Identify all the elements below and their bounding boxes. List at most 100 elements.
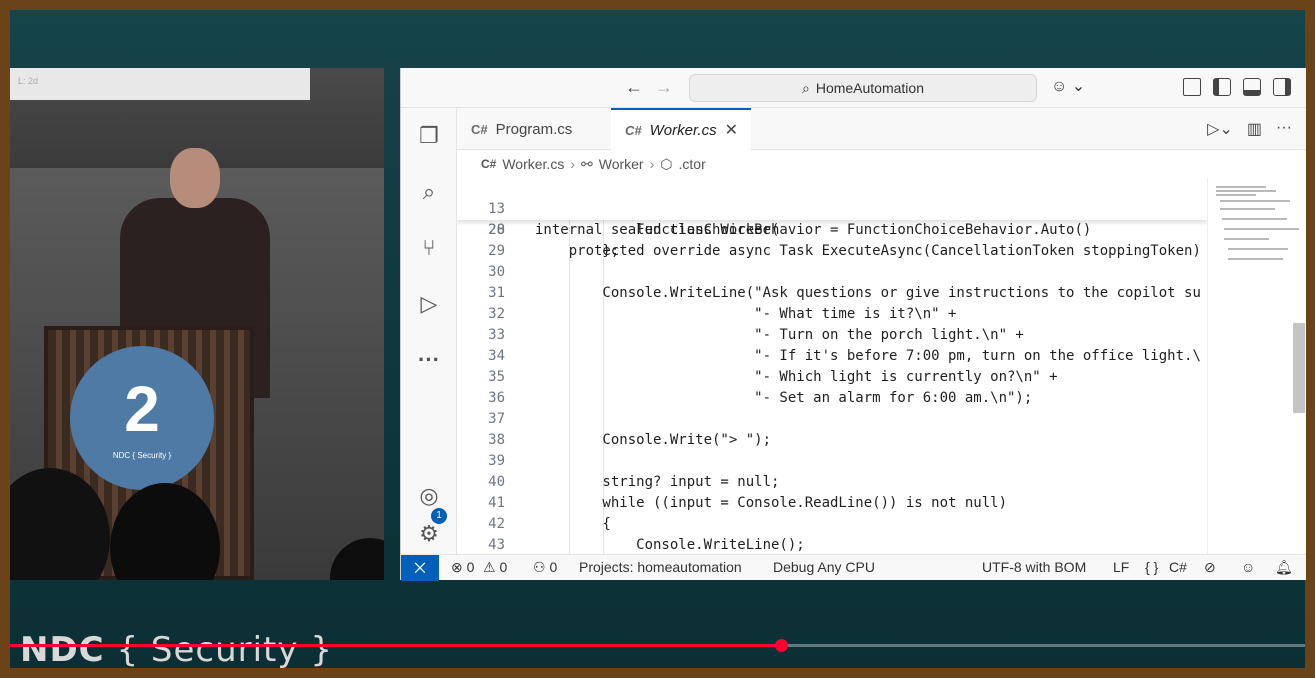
csharp-file-icon: C# xyxy=(625,122,642,138)
source-control-icon[interactable]: ⑂ xyxy=(415,234,443,262)
arrow-left-icon[interactable]: ← xyxy=(625,77,643,98)
code-line[interactable]: 37 xyxy=(457,409,1207,430)
room-label: NDC { Security } xyxy=(112,450,172,460)
code-line[interactable]: 41 while ((input = Console.ReadLine()) i… xyxy=(457,493,1207,514)
files-icon[interactable]: ❐ xyxy=(415,122,443,150)
minimap[interactable] xyxy=(1207,178,1306,554)
activity-bar: ❐ ⌕ ⑂ ▷ ··· ◎ 1 ⚙ xyxy=(401,108,457,554)
arrow-right-icon[interactable]: → xyxy=(655,77,673,98)
code-text: string? input = null; xyxy=(535,474,780,490)
breadcrumb-member[interactable]: .ctor xyxy=(679,156,706,172)
minimap-line xyxy=(1216,186,1266,188)
bell-icon[interactable]: 🔔︎ xyxy=(1275,559,1293,576)
ports-count: 0 xyxy=(549,559,558,575)
code-text: internal sealed class Worker( xyxy=(535,222,780,238)
feedback-icon[interactable]: ☺ xyxy=(1241,559,1255,575)
code-text: Console.WriteLine(); xyxy=(535,537,805,553)
run-icon[interactable]: ▷⌄ xyxy=(1207,119,1233,139)
code-line[interactable]: 32 "- What time is it?\n" + xyxy=(457,304,1207,325)
line-number: 41 xyxy=(488,495,505,511)
command-center[interactable]: ⌕ HomeAutomation xyxy=(689,74,1037,102)
account-icon[interactable]: ◎ xyxy=(415,482,443,510)
search-icon[interactable]: ⌕ xyxy=(415,178,443,206)
code-text: { xyxy=(535,516,611,532)
copilot-status-icon[interactable]: ⊘ xyxy=(1204,559,1216,576)
breadcrumb-class[interactable]: Worker xyxy=(599,156,644,172)
more-actions-icon[interactable]: ··· xyxy=(1276,119,1292,139)
video-progress-bar[interactable] xyxy=(10,639,1305,652)
breadcrumb-file[interactable]: Worker.cs xyxy=(502,156,564,172)
eol-status[interactable]: LF xyxy=(1113,559,1129,575)
minimap-line xyxy=(1216,190,1276,192)
toggle-sidebar-icon[interactable] xyxy=(1213,78,1231,96)
ports-status[interactable]: ⚇ 0 xyxy=(533,559,557,576)
minimap-line xyxy=(1220,200,1290,202)
split-editor-icon[interactable]: ▥ xyxy=(1247,119,1262,139)
projector-screen: L: 2d xyxy=(10,68,310,100)
code-text: while ((input = Console.ReadLine()) is n… xyxy=(535,495,1008,511)
line-number: 43 xyxy=(488,537,505,553)
errors-count[interactable]: ⊗ 0 xyxy=(451,559,474,576)
code-line[interactable]: 30 xyxy=(457,262,1207,283)
code-editor[interactable]: 13 internal sealed class Worker( 20 prot… xyxy=(457,178,1207,554)
tab-label: Program.cs xyxy=(495,120,573,138)
code-text: protected override async Task ExecuteAsy… xyxy=(535,243,1201,259)
line-number: 36 xyxy=(488,390,505,406)
tab-worker-cs[interactable]: C# Worker.cs ✕ xyxy=(611,108,751,150)
code-text: "- Turn on the porch light.\n" + xyxy=(535,327,1024,343)
csharp-file-icon: C# xyxy=(481,157,497,171)
code-line[interactable]: 39 xyxy=(457,451,1207,472)
logo-rest: { Security } xyxy=(104,630,333,670)
chevron-right-icon: › xyxy=(570,156,575,172)
encoding-status[interactable]: UTF-8 with BOM xyxy=(982,559,1086,575)
code-line[interactable]: 36 "- Set an alarm for 6:00 am.\n"); xyxy=(457,388,1207,409)
code-line[interactable]: 31 Console.WriteLine("Ask questions or g… xyxy=(457,283,1207,304)
tab-label: Worker.cs xyxy=(649,121,717,139)
vertical-scrollbar[interactable] xyxy=(1293,323,1305,413)
toggle-secondary-sidebar-icon[interactable] xyxy=(1273,78,1291,96)
status-bar: ⨉ ⊗ 0 ⚠ 0 ⚇ 0 Projects: homeautomation D… xyxy=(401,554,1306,581)
code-line[interactable]: 38 Console.Write("> "); xyxy=(457,430,1207,451)
sticky-line[interactable]: 20 protected override async Task Execute… xyxy=(457,199,1207,259)
line-number: 31 xyxy=(488,285,505,301)
close-icon[interactable]: ✕ xyxy=(725,120,738,140)
gear-icon[interactable]: ⚙ xyxy=(415,520,443,548)
line-number: 42 xyxy=(488,516,505,532)
run-debug-icon[interactable]: ▷ xyxy=(415,290,443,318)
warnings-count[interactable]: ⚠ 0 xyxy=(483,559,507,576)
code-line[interactable]: 42 { xyxy=(457,514,1207,535)
sticky-scroll[interactable]: 13 internal sealed class Worker( 20 prot… xyxy=(457,178,1207,259)
code-line[interactable]: 40 string? input = null; xyxy=(457,472,1207,493)
code-line[interactable]: 34 "- If it's before 7:00 pm, turn on th… xyxy=(457,346,1207,367)
code-line[interactable]: 33 "- Turn on the porch light.\n" + xyxy=(457,325,1207,346)
csharp-file-icon: C# xyxy=(471,121,488,137)
line-number: 40 xyxy=(488,474,505,490)
minimap-line xyxy=(1224,228,1299,230)
minimap-line xyxy=(1222,218,1287,220)
build-config[interactable]: Debug Any CPU xyxy=(773,559,875,575)
copilot-icon[interactable]: ☺ ⌄ xyxy=(1051,76,1085,96)
project-status[interactable]: Projects: homeautomation xyxy=(579,559,742,575)
customize-layout-icon[interactable] xyxy=(1183,78,1201,96)
speaker-head xyxy=(170,148,220,208)
line-number: 37 xyxy=(488,411,505,427)
broadcast-icon: ⚇ xyxy=(533,559,550,575)
braces-icon[interactable]: { } xyxy=(1145,559,1158,575)
remote-icon[interactable]: ⨉ xyxy=(401,555,439,581)
code-text: Console.WriteLine("Ask questions or give… xyxy=(535,285,1201,301)
tab-program-cs[interactable]: C# Program.cs xyxy=(457,108,609,150)
code-text: "- If it's before 7:00 pm, turn on the o… xyxy=(535,348,1201,364)
code-text: "- Set an alarm for 6:00 am.\n"); xyxy=(535,390,1033,406)
method-icon: ⬡ xyxy=(660,155,673,172)
language-mode[interactable]: C# xyxy=(1169,559,1187,575)
line-number: 38 xyxy=(488,432,505,448)
code-line[interactable]: 35 "- Which light is currently on?\n" + xyxy=(457,367,1207,388)
toggle-panel-icon[interactable] xyxy=(1243,78,1261,96)
sticky-line[interactable]: 13 internal sealed class Worker( xyxy=(457,178,1207,238)
speaker-camera-feed: L: 2d 2 NDC { Security } xyxy=(10,68,384,580)
code-line[interactable]: 43 Console.WriteLine(); xyxy=(457,535,1207,554)
minimap-line xyxy=(1228,248,1288,250)
more-icon[interactable]: ··· xyxy=(415,346,443,374)
line-number: 33 xyxy=(488,327,505,343)
progress-scrubber[interactable] xyxy=(774,639,788,652)
